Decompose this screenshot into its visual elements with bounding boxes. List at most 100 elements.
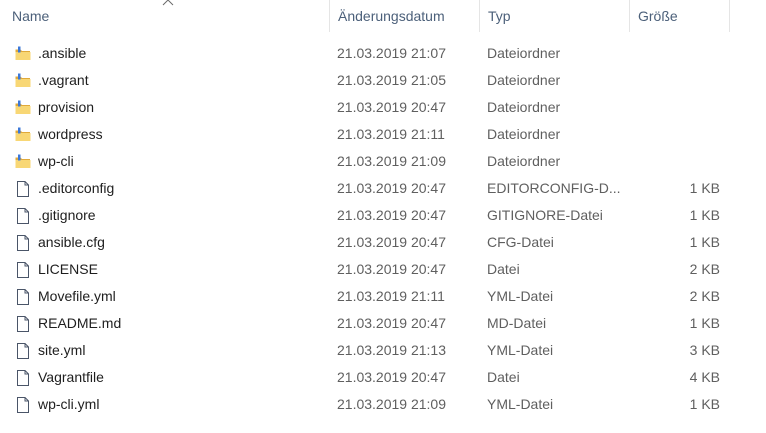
- file-size: 3 KB: [689, 342, 720, 358]
- file-name-cell[interactable]: provision: [14, 94, 328, 121]
- file-name-cell[interactable]: .editorconfig: [14, 175, 328, 202]
- file-date: 21.03.2019 21:11: [337, 126, 445, 142]
- file-type: Datei: [487, 369, 520, 385]
- file-row[interactable]: provision 21.03.2019 20:47 Dateiordner: [0, 94, 730, 121]
- file-size: 1 KB: [689, 315, 720, 331]
- file-date: 21.03.2019 20:47: [337, 234, 446, 250]
- file-size: 2 KB: [689, 288, 720, 304]
- file-type: CFG-Datei: [487, 234, 554, 250]
- file-name: wordpress: [38, 126, 103, 142]
- file-type: Dateiordner: [487, 126, 561, 142]
- file-row[interactable]: LICENSE 21.03.2019 20:47 Datei 2 KB: [0, 256, 730, 283]
- file-name: .ansible: [38, 45, 87, 61]
- file-name-cell[interactable]: LICENSE: [14, 256, 328, 283]
- file-name-cell[interactable]: Movefile.yml: [14, 283, 328, 310]
- column-divider[interactable]: [729, 0, 730, 32]
- file-row[interactable]: ansible.cfg 21.03.2019 20:47 CFG-Datei 1 KB: [0, 229, 730, 256]
- file-date: 21.03.2019 20:47: [337, 315, 446, 331]
- file-size: [630, 121, 720, 148]
- folder-icon: [14, 153, 32, 171]
- file-name: LICENSE: [38, 261, 98, 277]
- file-date: 21.03.2019 21:09: [337, 153, 446, 169]
- file-type: Dateiordner: [487, 153, 561, 169]
- file-row[interactable]: site.yml 21.03.2019 21:13 YML-Datei 3 KB: [0, 337, 730, 364]
- file-name: .editorconfig: [38, 180, 115, 196]
- file-type: Datei: [487, 261, 520, 277]
- file-icon: [14, 369, 32, 387]
- file-date: 21.03.2019 20:47: [337, 369, 446, 385]
- file-name-cell[interactable]: .gitignore: [14, 202, 328, 229]
- file-size: 1 KB: [689, 234, 720, 250]
- file-row[interactable]: wordpress 21.03.2019 21:11 Dateiordner: [0, 121, 730, 148]
- file-size: 1 KB: [689, 396, 720, 412]
- file-name-cell[interactable]: .vagrant: [14, 67, 328, 94]
- file-size: [630, 67, 720, 94]
- folder-icon: [14, 99, 32, 117]
- file-row[interactable]: README.md 21.03.2019 20:47 MD-Datei 1 KB: [0, 310, 730, 337]
- file-type: YML-Datei: [487, 396, 554, 412]
- file-row[interactable]: .editorconfig 21.03.2019 20:47 EDITORCONFI…: [0, 175, 730, 202]
- file-icon: [14, 315, 32, 333]
- file-type: Dateiordner: [487, 99, 561, 115]
- file-name-cell[interactable]: site.yml: [14, 337, 328, 364]
- file-type: Dateiordner: [487, 45, 561, 61]
- file-icon: [14, 180, 32, 198]
- file-icon: [14, 342, 32, 360]
- file-name: wp-cli: [38, 153, 74, 169]
- folder-icon: [14, 45, 32, 63]
- file-name-cell[interactable]: README.md: [14, 310, 328, 337]
- file-size: 2 KB: [689, 261, 720, 277]
- file-date: 21.03.2019 20:47: [337, 99, 446, 115]
- file-size: 4 KB: [689, 369, 720, 385]
- file-date: 21.03.2019 20:47: [337, 261, 446, 277]
- file-name: wp-cli.yml: [38, 396, 100, 412]
- file-icon: [14, 288, 32, 306]
- file-icon: [14, 234, 32, 252]
- file-name: README.md: [38, 315, 122, 331]
- file-row[interactable]: Vagrantfile 21.03.2019 20:47 Datei 4 KB: [0, 364, 730, 391]
- file-name: provision: [38, 99, 95, 115]
- file-name-cell[interactable]: wp-cli: [14, 148, 328, 175]
- file-type: GITIGNORE-Datei: [487, 207, 603, 223]
- file-name: Movefile.yml: [38, 288, 116, 304]
- file-row[interactable]: .vagrant 21.03.2019 21:05 Dateiordner: [0, 67, 730, 94]
- file-name-cell[interactable]: wordpress: [14, 121, 328, 148]
- file-name-cell[interactable]: wp-cli.yml: [14, 391, 328, 418]
- file-date: 21.03.2019 20:47: [337, 180, 446, 196]
- folder-icon: [14, 126, 32, 144]
- file-date: 21.03.2019 21:13: [337, 342, 446, 358]
- file-name: Vagrantfile: [38, 369, 104, 385]
- file-name-cell[interactable]: .ansible: [14, 40, 328, 67]
- file-row[interactable]: Movefile.yml 21.03.2019 21:11 YML-Datei 2 K…: [0, 283, 730, 310]
- file-row[interactable]: .gitignore 21.03.2019 20:47 GITIGNORE-Date…: [0, 202, 730, 229]
- file-name-cell[interactable]: ansible.cfg: [14, 229, 328, 256]
- folder-icon: [14, 72, 32, 90]
- file-type: Dateiordner: [487, 72, 561, 88]
- file-date: 21.03.2019 21:07: [337, 45, 446, 61]
- file-size: 1 KB: [689, 207, 720, 223]
- file-row[interactable]: .ansible 21.03.2019 21:07 Dateiordner: [0, 40, 730, 67]
- file-name-cell[interactable]: Vagrantfile: [14, 364, 328, 391]
- column-header-size[interactable]: Größe: [630, 0, 730, 32]
- file-list: .ansible 21.03.2019 21:07 Dateiordner .vagr…: [0, 40, 730, 418]
- file-type: EDITORCONFIG-D...: [487, 180, 621, 196]
- column-header-date[interactable]: Änderungsdatum: [330, 0, 479, 32]
- file-name: .gitignore: [38, 207, 96, 223]
- file-date: 21.03.2019 20:47: [337, 207, 446, 223]
- file-name: .vagrant: [38, 72, 89, 88]
- file-date: 21.03.2019 21:09: [337, 396, 446, 412]
- file-size: [630, 148, 720, 175]
- file-date: 21.03.2019 21:11: [337, 288, 445, 304]
- file-type: MD-Datei: [487, 315, 547, 331]
- file-icon: [14, 207, 32, 225]
- file-row[interactable]: wp-cli 21.03.2019 21:09 Dateiordner: [0, 148, 730, 175]
- file-name: site.yml: [38, 342, 86, 358]
- file-row[interactable]: wp-cli.yml 21.03.2019 21:09 YML-Datei 1 KB: [0, 391, 730, 418]
- file-type: YML-Datei: [487, 288, 554, 304]
- column-header-type[interactable]: Typ: [480, 0, 629, 32]
- file-explorer: Name Änderungsdatum Typ Größe .ansible 21…: [0, 0, 766, 433]
- file-name: ansible.cfg: [38, 234, 105, 250]
- file-icon: [14, 396, 32, 414]
- caret-up-icon: [162, 0, 174, 6]
- file-size: 1 KB: [689, 180, 720, 196]
